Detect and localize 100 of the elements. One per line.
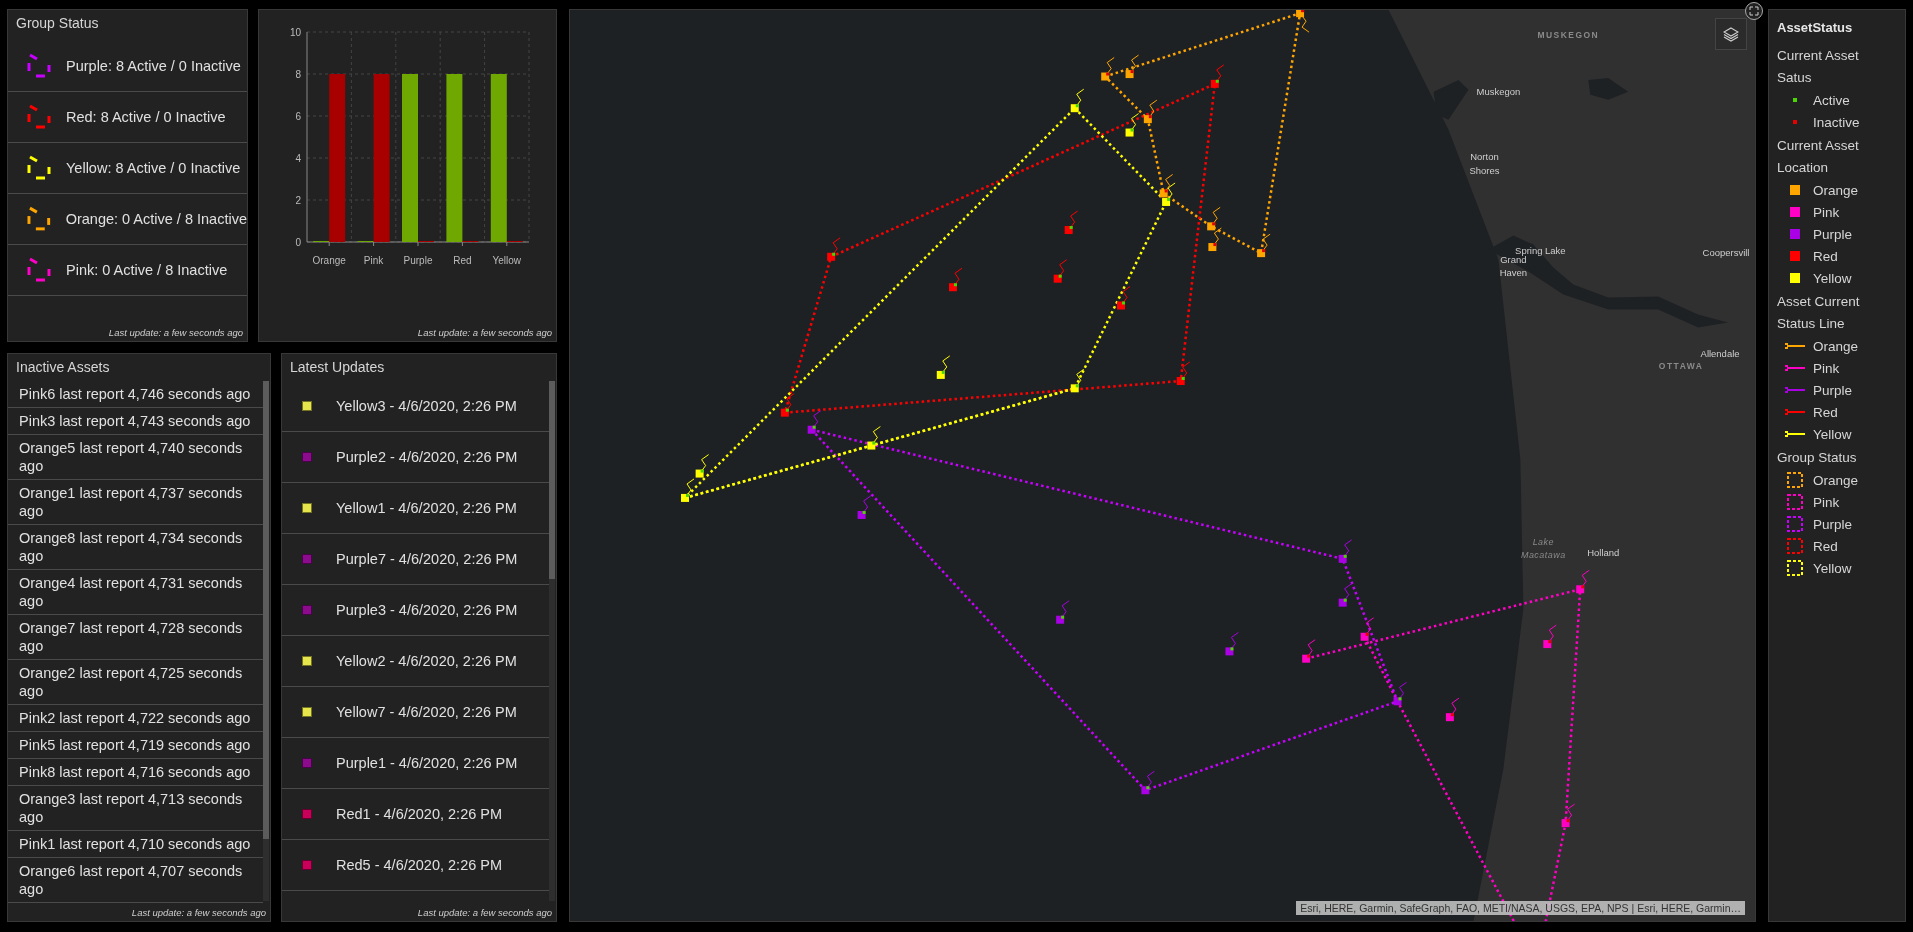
asset-marker[interactable]	[1543, 624, 1557, 649]
map-place-label: Haven	[1499, 266, 1528, 278]
map-place-label: Allendale	[1700, 348, 1740, 360]
map-place-label: Macatawa	[1520, 550, 1566, 561]
asset-marker[interactable]	[1162, 182, 1176, 206]
group-status-text: Purple: 8 Active / 0 Inactive	[66, 58, 241, 74]
map-place-label: Shores	[1469, 164, 1500, 176]
asset-marker[interactable]	[1576, 569, 1590, 594]
asset-marker[interactable]	[1070, 88, 1085, 113]
asset-marker[interactable]	[867, 426, 881, 450]
last-update-text: Last update: a few seconds ago	[107, 326, 244, 340]
last-update-text: Last update: a few seconds ago	[130, 906, 267, 920]
asset-marker[interactable]	[1210, 64, 1225, 88]
asset-marker[interactable]	[1296, 10, 1310, 33]
scrollbar[interactable]	[263, 381, 269, 901]
layers-button[interactable]	[1715, 18, 1747, 50]
legend-heading: Current Asset Location	[1777, 137, 1860, 177]
asset-marker[interactable]	[1561, 803, 1576, 828]
map-place-label: Holland	[1587, 547, 1620, 559]
group-status-text: Yellow: 8 Active / 0 Inactive	[66, 160, 241, 176]
asset-marker[interactable]	[1257, 233, 1271, 258]
y-tick-label: 10	[289, 27, 301, 38]
asset-marker[interactable]	[1302, 639, 1316, 663]
legend-label: Pink	[1813, 204, 1840, 220]
asset-marker[interactable]	[1101, 57, 1115, 81]
legend-label: Pink	[1813, 494, 1840, 510]
last-update-text: Last update: a few seconds ago	[416, 326, 553, 340]
last-update-text: Last update: a few seconds ago	[416, 906, 553, 920]
legend-label: Orange	[1813, 182, 1859, 198]
x-axis-label: Purple	[403, 255, 433, 266]
asset-marker[interactable]	[827, 237, 841, 261]
asset-marker[interactable]	[1207, 206, 1221, 231]
legend-heading: Current Asset Satus	[1777, 47, 1860, 87]
panel-title: Group Status	[15, 14, 100, 33]
asset-marker[interactable]	[1338, 583, 1353, 607]
legend-label: Purple	[1813, 382, 1853, 398]
legend-label: Orange	[1813, 338, 1859, 354]
asset-marker[interactable]	[857, 495, 872, 519]
asset-marker[interactable]	[681, 478, 695, 502]
update-text: Yellow3 - 4/6/2020, 2:26 PM	[336, 398, 517, 414]
fullscreen-button[interactable]	[1745, 2, 1763, 20]
update-text: Purple2 - 4/6/2020, 2:26 PM	[336, 449, 518, 465]
asset-marker[interactable]	[1225, 631, 1239, 656]
asset-marker[interactable]	[1070, 368, 1085, 393]
legend-label: Red	[1813, 404, 1838, 420]
asset-marker[interactable]	[936, 355, 951, 379]
legend-heading: Asset Current Status Line	[1777, 293, 1861, 333]
asset-marker[interactable]	[1360, 617, 1375, 641]
panel-title: Inactive Assets	[15, 358, 111, 377]
legend-label: Inactive	[1813, 114, 1860, 130]
legend-label: Yellow	[1813, 426, 1852, 442]
y-tick-label: 0	[295, 237, 301, 248]
map-place-label: OTTAWA	[1658, 361, 1704, 372]
update-text: Purple7 - 4/6/2020, 2:26 PM	[336, 551, 518, 567]
update-text: Red5 - 4/6/2020, 2:26 PM	[336, 857, 503, 873]
asset-marker[interactable]	[1176, 361, 1191, 385]
asset-marker[interactable]	[1064, 210, 1079, 234]
asset-marker[interactable]	[1117, 286, 1131, 310]
group-status-text: Red: 8 Active / 0 Inactive	[66, 109, 226, 125]
update-text: Purple1 - 4/6/2020, 2:26 PM	[336, 755, 518, 771]
y-tick-label: 8	[295, 69, 301, 80]
map-attribution: Esri, HERE, Garmin, SafeGraph, FAO, METI/NASA, USGS, EPA, NPS | Esri, HERE, Garmin…	[1296, 901, 1745, 916]
map-place-label: Lake	[1532, 537, 1555, 548]
update-text: Red1 - 4/6/2020, 2:26 PM	[336, 806, 503, 822]
asset-marker[interactable]	[695, 454, 710, 478]
x-axis-label: Yellow	[492, 255, 522, 266]
asset-marker[interactable]	[1125, 54, 1140, 79]
legend-label: Red	[1813, 248, 1838, 264]
layers-icon	[1723, 26, 1739, 42]
asset-marker[interactable]	[1141, 770, 1155, 795]
map-place-label: Coopersvill	[1702, 246, 1750, 258]
legend-label: Red	[1813, 538, 1838, 554]
legend-label: Active	[1813, 92, 1850, 108]
y-tick-label: 4	[295, 153, 301, 164]
update-text: Yellow1 - 4/6/2020, 2:26 PM	[336, 500, 517, 516]
map-place-label: Muskegon	[1476, 85, 1521, 97]
asset-marker[interactable]	[1053, 259, 1068, 283]
asset-marker[interactable]	[1393, 681, 1407, 706]
legend-label: Orange	[1813, 472, 1859, 488]
update-text: Yellow7 - 4/6/2020, 2:26 PM	[336, 704, 517, 720]
asset-marker[interactable]	[1445, 697, 1460, 722]
map-place-label: Norton	[1470, 150, 1499, 162]
asset-marker[interactable]	[948, 267, 963, 292]
asset-marker[interactable]	[1056, 600, 1070, 624]
asset-marker[interactable]	[1338, 539, 1353, 563]
asset-marker[interactable]	[1125, 113, 1140, 137]
expand-icon	[1749, 6, 1759, 16]
legend-label: Yellow	[1813, 270, 1852, 286]
asset-marker[interactable]	[1208, 227, 1222, 252]
legend-label: Purple	[1813, 226, 1853, 242]
legend-title: AssetStatus	[1777, 20, 1854, 35]
asset-marker[interactable]	[1159, 174, 1174, 198]
asset-marker[interactable]	[780, 393, 795, 417]
legend-label: Yellow	[1813, 560, 1852, 576]
panel-title: Latest Updates	[289, 358, 386, 377]
asset-marker[interactable]	[807, 410, 822, 434]
update-text: Purple3 - 4/6/2020, 2:26 PM	[336, 602, 518, 618]
asset-marker[interactable]	[1143, 99, 1158, 124]
scrollbar[interactable]	[549, 381, 555, 901]
update-text: Yellow2 - 4/6/2020, 2:26 PM	[336, 653, 517, 669]
